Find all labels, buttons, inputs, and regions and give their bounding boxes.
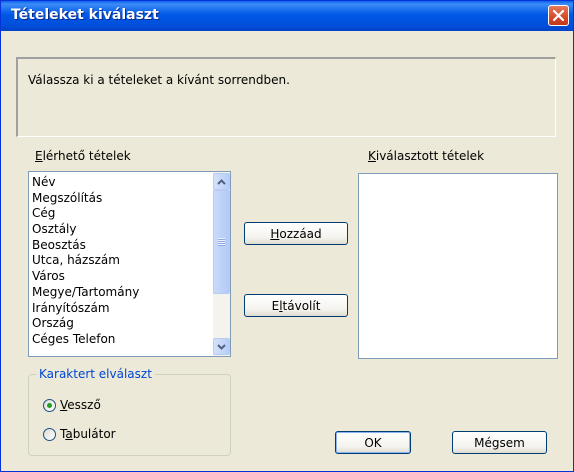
radio-button-checked[interactable]: [43, 398, 56, 412]
dialog-window: Tételeket kiválaszt Válassza ki a tétele…: [0, 0, 574, 472]
scroll-thumb[interactable]: [213, 190, 230, 294]
chevron-down-icon: [217, 343, 226, 350]
cancel-button[interactable]: Mégsem: [452, 431, 547, 454]
available-items: Név Megszólítás Cég Osztály Beosztás Utc…: [32, 175, 139, 348]
ok-button[interactable]: OK: [335, 431, 411, 454]
add-button-label: Hozzáad: [270, 226, 322, 241]
selected-items-label: Kiválasztott tételek: [368, 149, 485, 163]
list-item[interactable]: Beosztás: [32, 238, 139, 254]
list-item[interactable]: Cég: [32, 206, 139, 222]
list-item[interactable]: Osztály: [32, 222, 139, 238]
radio-button[interactable]: [43, 427, 56, 441]
list-item[interactable]: Irányítószám: [32, 301, 139, 317]
list-item[interactable]: Város: [32, 269, 139, 285]
close-button[interactable]: [548, 5, 569, 26]
add-button[interactable]: Hozzáad: [244, 222, 348, 245]
radio-tab-label: Tabulátor: [60, 427, 116, 441]
list-item[interactable]: Megszólítás: [32, 191, 139, 207]
scroll-up-button[interactable]: [213, 173, 230, 190]
close-icon: [553, 10, 564, 21]
title-bar[interactable]: Tételeket kiválaszt: [1, 1, 573, 31]
selected-items-list[interactable]: [358, 173, 558, 359]
window-title: Tételeket kiválaszt: [11, 7, 159, 23]
available-items-list[interactable]: Név Megszólítás Cég Osztály Beosztás Utc…: [28, 171, 231, 357]
radio-comma-label: Vessző: [60, 398, 101, 412]
scroll-down-button[interactable]: [213, 338, 230, 355]
instruction-panel: Válassza ki a tételeket a kívánt sorrend…: [16, 57, 556, 137]
list-item[interactable]: Utca, házszám: [32, 253, 139, 269]
grip-icon: [218, 238, 225, 246]
available-items-label: Elérhető tételek: [35, 149, 131, 163]
list-item[interactable]: Céges Telefon: [32, 332, 139, 348]
available-list-scrollbar[interactable]: [213, 172, 230, 356]
list-item[interactable]: Név: [32, 175, 139, 191]
list-item[interactable]: Megye/Tartomány: [32, 285, 139, 301]
radio-tab[interactable]: Tabulátor: [43, 427, 116, 441]
chevron-up-icon: [217, 178, 226, 185]
remove-button[interactable]: Eltávolít: [244, 294, 348, 317]
separator-group: Karaktert elválaszt Vessző Tabulátor: [28, 367, 231, 456]
radio-comma[interactable]: Vessző: [43, 398, 101, 412]
instruction-text: Válassza ki a tételeket a kívánt sorrend…: [28, 73, 290, 87]
list-item[interactable]: Ország: [32, 316, 139, 332]
separator-group-label: Karaktert elválaszt: [36, 367, 155, 381]
remove-button-label: Eltávolít: [271, 298, 321, 313]
